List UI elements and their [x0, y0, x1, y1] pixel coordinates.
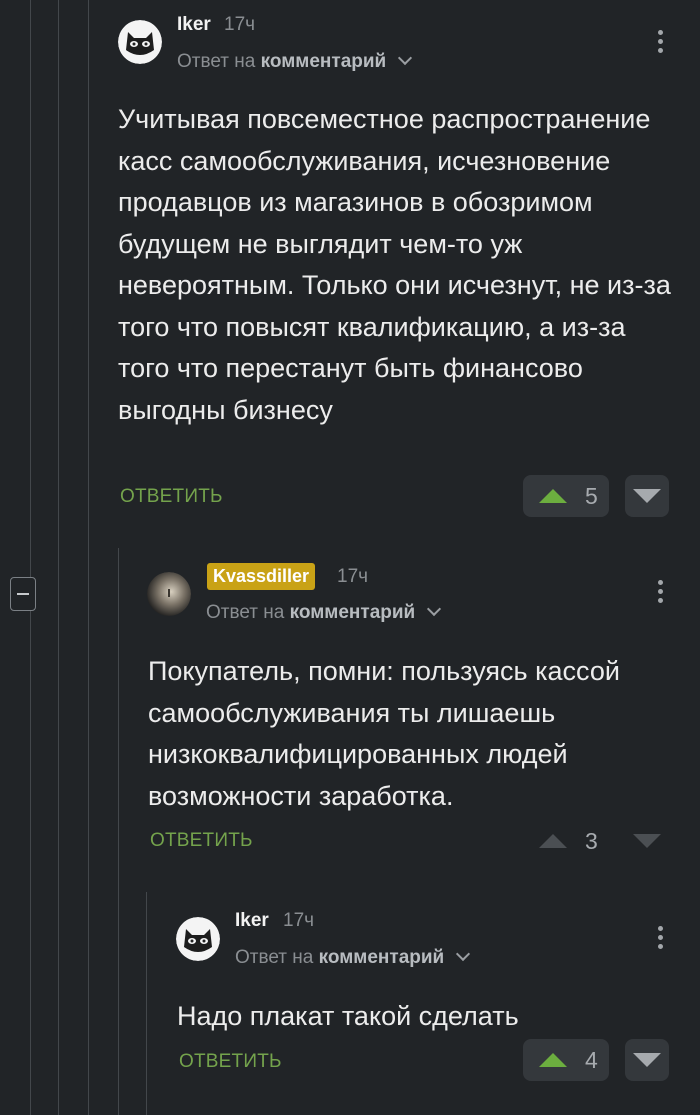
kebab-menu-icon[interactable]	[658, 30, 664, 56]
collapse-icon	[17, 593, 29, 595]
chevron-down-icon	[426, 601, 441, 617]
comment-author[interactable]: Iker	[235, 910, 269, 932]
downvote-icon	[633, 834, 661, 848]
reply-target: комментарий	[318, 947, 445, 968]
comment-time: 17ч	[224, 14, 256, 35]
upvote-icon	[539, 834, 567, 848]
comment-time: 17ч	[283, 910, 315, 931]
comment-text: Учитывая повсеместное распространение ка…	[118, 104, 671, 425]
reply-prefix: Ответ на	[235, 947, 314, 968]
collapse-thread-button[interactable]	[10, 577, 36, 611]
reply-target: комментарий	[260, 51, 387, 72]
reply-button[interactable]: ОТВЕТИТЬ	[150, 830, 253, 852]
thread-line	[118, 548, 119, 1115]
reply-to-link[interactable]: Ответ на комментарий	[235, 946, 470, 969]
upvote-button[interactable]: 5	[523, 475, 609, 517]
rating-count: 5	[585, 482, 598, 509]
downvote-icon	[633, 489, 661, 503]
upvote-icon	[539, 489, 567, 503]
thread-line	[146, 892, 147, 1115]
comment-text: Надо плакат такой сделать	[177, 1001, 519, 1031]
reply-target: комментарий	[289, 602, 416, 623]
reply-to-link[interactable]: Ответ на комментарий	[206, 601, 441, 624]
space-avatar-icon[interactable]	[147, 572, 191, 616]
upvote-button[interactable]: 3	[523, 820, 609, 862]
downvote-button[interactable]	[625, 1039, 669, 1081]
reply-prefix: Ответ на	[206, 602, 285, 623]
reply-to-link[interactable]: Ответ на комментарий	[177, 50, 412, 73]
reply-prefix: Ответ на	[177, 51, 256, 72]
comment-author[interactable]: Iker	[177, 14, 211, 36]
downvote-icon	[633, 1053, 661, 1067]
thread-line	[30, 0, 31, 1115]
upvote-button[interactable]: 4	[523, 1039, 609, 1081]
thread-line	[88, 0, 89, 1115]
kebab-menu-icon[interactable]	[658, 926, 664, 952]
chevron-down-icon	[455, 946, 470, 962]
cat-avatar-icon[interactable]	[176, 917, 220, 961]
downvote-button[interactable]	[625, 475, 669, 517]
comment-author[interactable]: Kvassdiller	[207, 563, 316, 590]
chevron-down-icon	[397, 50, 412, 66]
downvote-button[interactable]	[625, 820, 669, 862]
cat-avatar-icon[interactable]	[118, 20, 162, 64]
thread-line	[58, 0, 59, 1115]
kebab-menu-icon[interactable]	[658, 580, 664, 606]
comment-time: 17ч	[337, 566, 369, 587]
reply-button[interactable]: ОТВЕТИТЬ	[120, 486, 223, 508]
comment-text: Покупатель, помни: пользуясь кассой само…	[148, 656, 620, 811]
reply-button[interactable]: ОТВЕТИТЬ	[179, 1051, 282, 1073]
rating-count: 4	[585, 1046, 598, 1073]
rating-count: 3	[585, 827, 598, 854]
upvote-icon	[539, 1053, 567, 1067]
